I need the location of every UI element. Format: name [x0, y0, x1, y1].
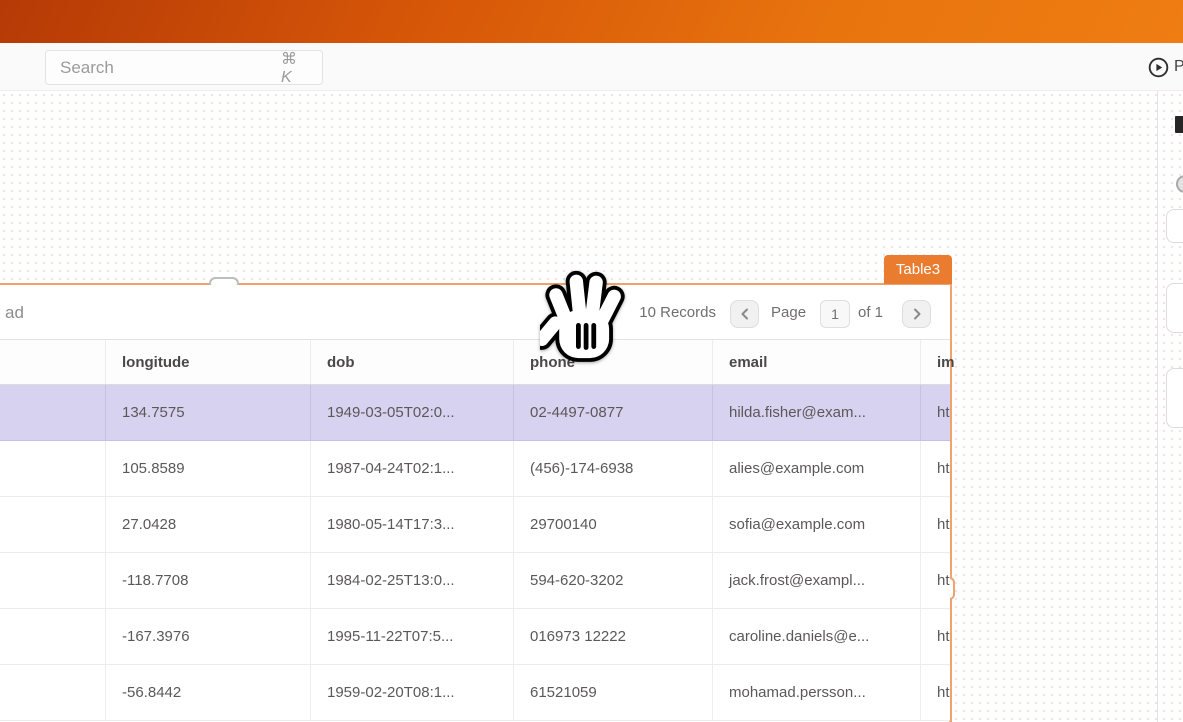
table-row[interactable]: 105.8589 1987-04-24T02:1... (456)-174-69…	[0, 441, 950, 497]
page-label: Page	[771, 304, 806, 321]
cell-email: sofia@example.com	[712, 497, 920, 552]
table-header-row: longitude dob phone email im	[0, 340, 950, 385]
cell-email: hilda.fisher@exam...	[712, 385, 920, 440]
table-row[interactable]: -56.8442 1959-02-20T08:1... 61521059 moh…	[0, 665, 950, 721]
cell-longitude: 105.8589	[105, 441, 310, 496]
widget-name-tab[interactable]: Table3	[884, 255, 952, 284]
cell-phone: 594-620-3202	[513, 553, 712, 608]
cell-hidden	[0, 385, 105, 440]
cell-image: ht	[920, 553, 950, 608]
property-pane-field-1[interactable]	[1166, 209, 1183, 243]
cell-hidden	[0, 441, 105, 496]
cell-phone: 29700140	[513, 497, 712, 552]
cell-longitude: -118.7708	[105, 553, 310, 608]
cell-dob: 1980-05-14T17:3...	[310, 497, 513, 552]
app-header: ⌘ K P	[0, 43, 1183, 91]
table-toolbar: ad 10 Records Page of 1	[0, 285, 950, 340]
preview-button[interactable]: P	[1148, 52, 1183, 82]
chevron-right-icon	[912, 308, 922, 320]
play-icon	[1148, 57, 1169, 78]
record-count: 10 Records	[639, 304, 716, 321]
chevron-left-icon	[740, 308, 750, 320]
cell-dob: 1959-02-20T08:1...	[310, 665, 513, 720]
cell-dob: 1995-11-22T07:5...	[310, 609, 513, 664]
cell-longitude: -167.3976	[105, 609, 310, 664]
property-pane-divider	[1157, 91, 1158, 722]
prev-page-button[interactable]	[730, 300, 759, 328]
cell-longitude: 27.0428	[105, 497, 310, 552]
cell-hidden	[0, 553, 105, 608]
cell-phone: 61521059	[513, 665, 712, 720]
cell-image: ht	[920, 609, 950, 664]
column-header-email[interactable]: email	[712, 340, 920, 384]
search-shortcut-hint: ⌘ K	[281, 49, 322, 87]
cell-email: alies@example.com	[712, 441, 920, 496]
page-total: of 1	[858, 304, 883, 321]
cell-longitude: 134.7575	[105, 385, 310, 440]
search-input[interactable]	[46, 58, 281, 78]
cell-phone: (456)-174-6938	[513, 441, 712, 496]
cell-image: ht	[920, 665, 950, 720]
cell-dob: 1987-04-24T02:1...	[310, 441, 513, 496]
cell-hidden	[0, 497, 105, 552]
column-header-longitude[interactable]: longitude	[105, 340, 310, 384]
app-topbar	[0, 0, 1183, 43]
cell-hidden	[0, 665, 105, 720]
cell-email: jack.frost@exampl...	[712, 553, 920, 608]
hand-cursor-icon	[540, 258, 636, 366]
search-box[interactable]: ⌘ K	[45, 50, 323, 85]
column-header[interactable]	[0, 340, 105, 384]
page-number-input[interactable]	[820, 300, 850, 328]
cell-image: ht	[920, 497, 950, 552]
table-row[interactable]: -118.7708 1984-02-25T13:0... 594-620-320…	[0, 553, 950, 609]
cell-dob: 1949-03-05T02:0...	[310, 385, 513, 440]
column-header-image[interactable]: im	[920, 340, 950, 384]
app-window: ⌘ K P Table3 ad 10 Records Page of 1	[0, 0, 1183, 722]
property-pane-field-3[interactable]	[1166, 368, 1183, 428]
cell-longitude: -56.8442	[105, 665, 310, 720]
cell-phone: 016973 12222	[513, 609, 712, 664]
table-row[interactable]: 27.0428 1980-05-14T17:3... 29700140 sofi…	[0, 497, 950, 553]
column-header-dob[interactable]: dob	[310, 340, 513, 384]
cell-hidden	[0, 609, 105, 664]
cell-image: ht	[920, 385, 950, 440]
table-row[interactable]: 134.7575 1949-03-05T02:0... 02-4497-0877…	[0, 385, 950, 441]
cell-dob: 1984-02-25T13:0...	[310, 553, 513, 608]
cell-email: caroline.daniels@e...	[712, 609, 920, 664]
next-page-button[interactable]	[902, 300, 931, 328]
toolbar-partial-text: ad	[5, 303, 24, 323]
property-pane-field-2[interactable]	[1166, 283, 1183, 333]
cell-image: ht	[920, 441, 950, 496]
cell-email: mohamad.persson...	[712, 665, 920, 720]
property-pane-heading-fragment	[1175, 116, 1183, 133]
cell-phone: 02-4497-0877	[513, 385, 712, 440]
preview-label: P	[1174, 58, 1183, 76]
table-row[interactable]: -167.3976 1995-11-22T07:5... 016973 1222…	[0, 609, 950, 665]
